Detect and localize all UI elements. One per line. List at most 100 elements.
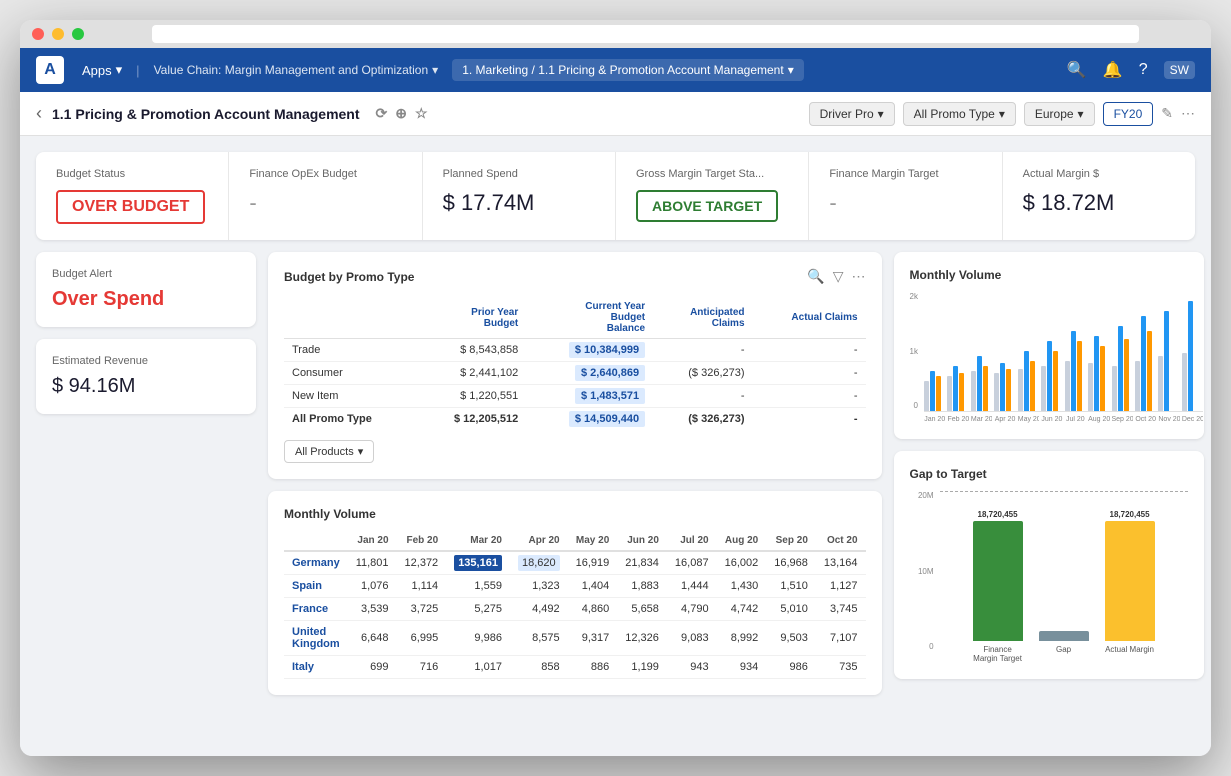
- close-button[interactable]: [32, 28, 44, 40]
- monthly-volume-card: Monthly Volume Jan 20 Feb 20 Mar 20 Apr …: [268, 491, 882, 695]
- cell-value: 9,317: [568, 621, 618, 656]
- bar-actuals: [1124, 339, 1129, 411]
- url-bar[interactable]: [152, 25, 1139, 43]
- bar-prior: [1018, 369, 1023, 411]
- kpi-planned-spend: Planned Spend $ 17.74M: [423, 152, 616, 240]
- cell-value: 4,860: [568, 598, 618, 621]
- bar-group: [971, 356, 992, 411]
- app-window: A Apps ▾ | Value Chain: Margin Managemen…: [20, 20, 1211, 756]
- monthly-volume-chart-card: Monthly Volume 2k 1k 0: [894, 252, 1204, 439]
- row-actual: -: [753, 408, 866, 431]
- row-anticipated: ($ 326,273): [653, 408, 752, 431]
- minimize-button[interactable]: [52, 28, 64, 40]
- apps-chevron-icon: ▾: [116, 62, 123, 78]
- budget-col-current: Current YearBudgetBalance: [526, 297, 653, 339]
- year-label: FY20: [1114, 107, 1143, 121]
- cell-value: 716: [397, 656, 447, 679]
- col-sep: Sep 20: [766, 531, 816, 551]
- row-actual: -: [753, 385, 866, 408]
- edit-icon[interactable]: ✎: [1161, 105, 1173, 122]
- year-filter[interactable]: FY20: [1103, 102, 1154, 126]
- x-label: May 20: [1018, 416, 1039, 423]
- cell-value: 6,995: [397, 621, 447, 656]
- cell-value: 8,992: [717, 621, 767, 656]
- breadcrumb-1[interactable]: Value Chain: Margin Management and Optim…: [144, 59, 449, 81]
- nav-tab-chevron: ▾: [788, 63, 794, 77]
- refresh-icon[interactable]: ⟳: [376, 105, 388, 122]
- bar-chart-area: Prior Year Forecast Actuals: [924, 292, 1203, 412]
- driver-pro-filter[interactable]: Driver Pro ▾: [809, 102, 895, 126]
- x-axis-labels: Jan 20 Feb 20 Mar 20 Apr 20 May 20 Jun 2…: [924, 416, 1203, 423]
- kpi-budget-status: Budget Status OVER BUDGET: [36, 152, 229, 240]
- page-title: 1.1 Pricing & Promotion Account Manageme…: [52, 105, 428, 122]
- budget-table-actions: 🔍 ▽ ⋯: [807, 268, 865, 285]
- kpi-actual-margin: Actual Margin $ $ 18.72M: [1003, 152, 1195, 240]
- breadcrumb-1-chevron: ▾: [432, 63, 438, 77]
- cell-value: 6,648: [348, 621, 397, 656]
- bar-forecast: [977, 356, 982, 411]
- x-label: Feb 20: [947, 416, 968, 423]
- gap-bar-finance-rect: [973, 521, 1023, 641]
- table-row: Italy 699 716 1,017 858 886 1,199 943 93…: [284, 656, 866, 679]
- cell-value: 9,986: [446, 621, 510, 656]
- bar-group: [924, 371, 945, 411]
- sub-nav: ‹ 1.1 Pricing & Promotion Account Manage…: [20, 92, 1211, 136]
- kpi-gross-label: Gross Margin Target Sta...: [636, 168, 788, 180]
- share-icon[interactable]: ⊕: [395, 105, 407, 122]
- search-icon[interactable]: 🔍: [1067, 60, 1087, 80]
- country-name: United Kingdom: [284, 621, 348, 656]
- bar-group: [1018, 351, 1039, 411]
- row-name: Trade: [284, 339, 416, 362]
- cell-value: 858: [510, 656, 568, 679]
- nav-bar: A Apps ▾ | Value Chain: Margin Managemen…: [20, 48, 1211, 92]
- cell-value: 3,725: [397, 598, 447, 621]
- bar-forecast: [1000, 363, 1005, 411]
- promo-type-chevron: ▾: [999, 107, 1005, 121]
- bar-prior: [1065, 361, 1070, 411]
- budget-more-icon[interactable]: ⋯: [852, 268, 866, 285]
- x-label: Nov 20: [1158, 416, 1179, 423]
- cell-value: 9,503: [766, 621, 816, 656]
- more-icon[interactable]: ⋯: [1181, 105, 1195, 122]
- cell-value: 1,017: [446, 656, 510, 679]
- cell-value: 1,114: [397, 575, 447, 598]
- star-icon[interactable]: ☆: [415, 105, 428, 122]
- maximize-button[interactable]: [72, 28, 84, 40]
- top-dashed-line: [940, 491, 1188, 492]
- nav-tab-active[interactable]: 1. Marketing / 1.1 Pricing & Promotion A…: [452, 59, 804, 81]
- table-row: Consumer $ 2,441,102 $ 2,640,869 ($ 326,…: [284, 362, 866, 385]
- all-products-button[interactable]: All Products ▾: [284, 440, 374, 463]
- col-may: May 20: [568, 531, 618, 551]
- monthly-volume-title: Monthly Volume: [284, 507, 866, 521]
- bar-forecast: [930, 371, 935, 411]
- col-jan: Jan 20: [348, 531, 397, 551]
- estimated-revenue-value: $ 94.16M: [52, 375, 240, 398]
- y-label-2k: 2k: [910, 292, 918, 301]
- cell-value: 3,745: [816, 598, 866, 621]
- gap-x-label-gap: Gap: [1039, 645, 1089, 663]
- gap-bar-gap-rect: [1039, 631, 1089, 641]
- help-icon[interactable]: ?: [1139, 61, 1148, 79]
- driver-pro-label: Driver Pro: [820, 107, 874, 121]
- bar-group: [1158, 311, 1179, 411]
- bar-actuals: [1006, 369, 1011, 411]
- kpi-budget-status-label: Budget Status: [56, 168, 208, 180]
- cell-value: 5,275: [446, 598, 510, 621]
- region-filter[interactable]: Europe ▾: [1024, 102, 1095, 126]
- back-button[interactable]: ‹: [36, 103, 42, 124]
- bar-group: [1088, 336, 1109, 411]
- x-label: Jan 20: [924, 416, 945, 423]
- app-logo: A: [36, 56, 64, 84]
- left-panel: Budget Alert Over Spend Estimated Revenu…: [36, 252, 256, 740]
- col-oct: Oct 20: [816, 531, 866, 551]
- promo-type-filter[interactable]: All Promo Type ▾: [903, 102, 1016, 126]
- budget-filter-icon[interactable]: ▽: [833, 268, 844, 285]
- bell-icon[interactable]: 🔔: [1103, 60, 1123, 80]
- bar-prior: [1041, 366, 1046, 411]
- row-anticipated: ($ 326,273): [653, 362, 752, 385]
- user-avatar[interactable]: SW: [1164, 61, 1195, 79]
- row-prior: $ 1,220,551: [416, 385, 526, 408]
- apps-menu[interactable]: Apps ▾: [72, 58, 132, 82]
- budget-search-icon[interactable]: 🔍: [807, 268, 824, 285]
- cell-value: 1,199: [617, 656, 667, 679]
